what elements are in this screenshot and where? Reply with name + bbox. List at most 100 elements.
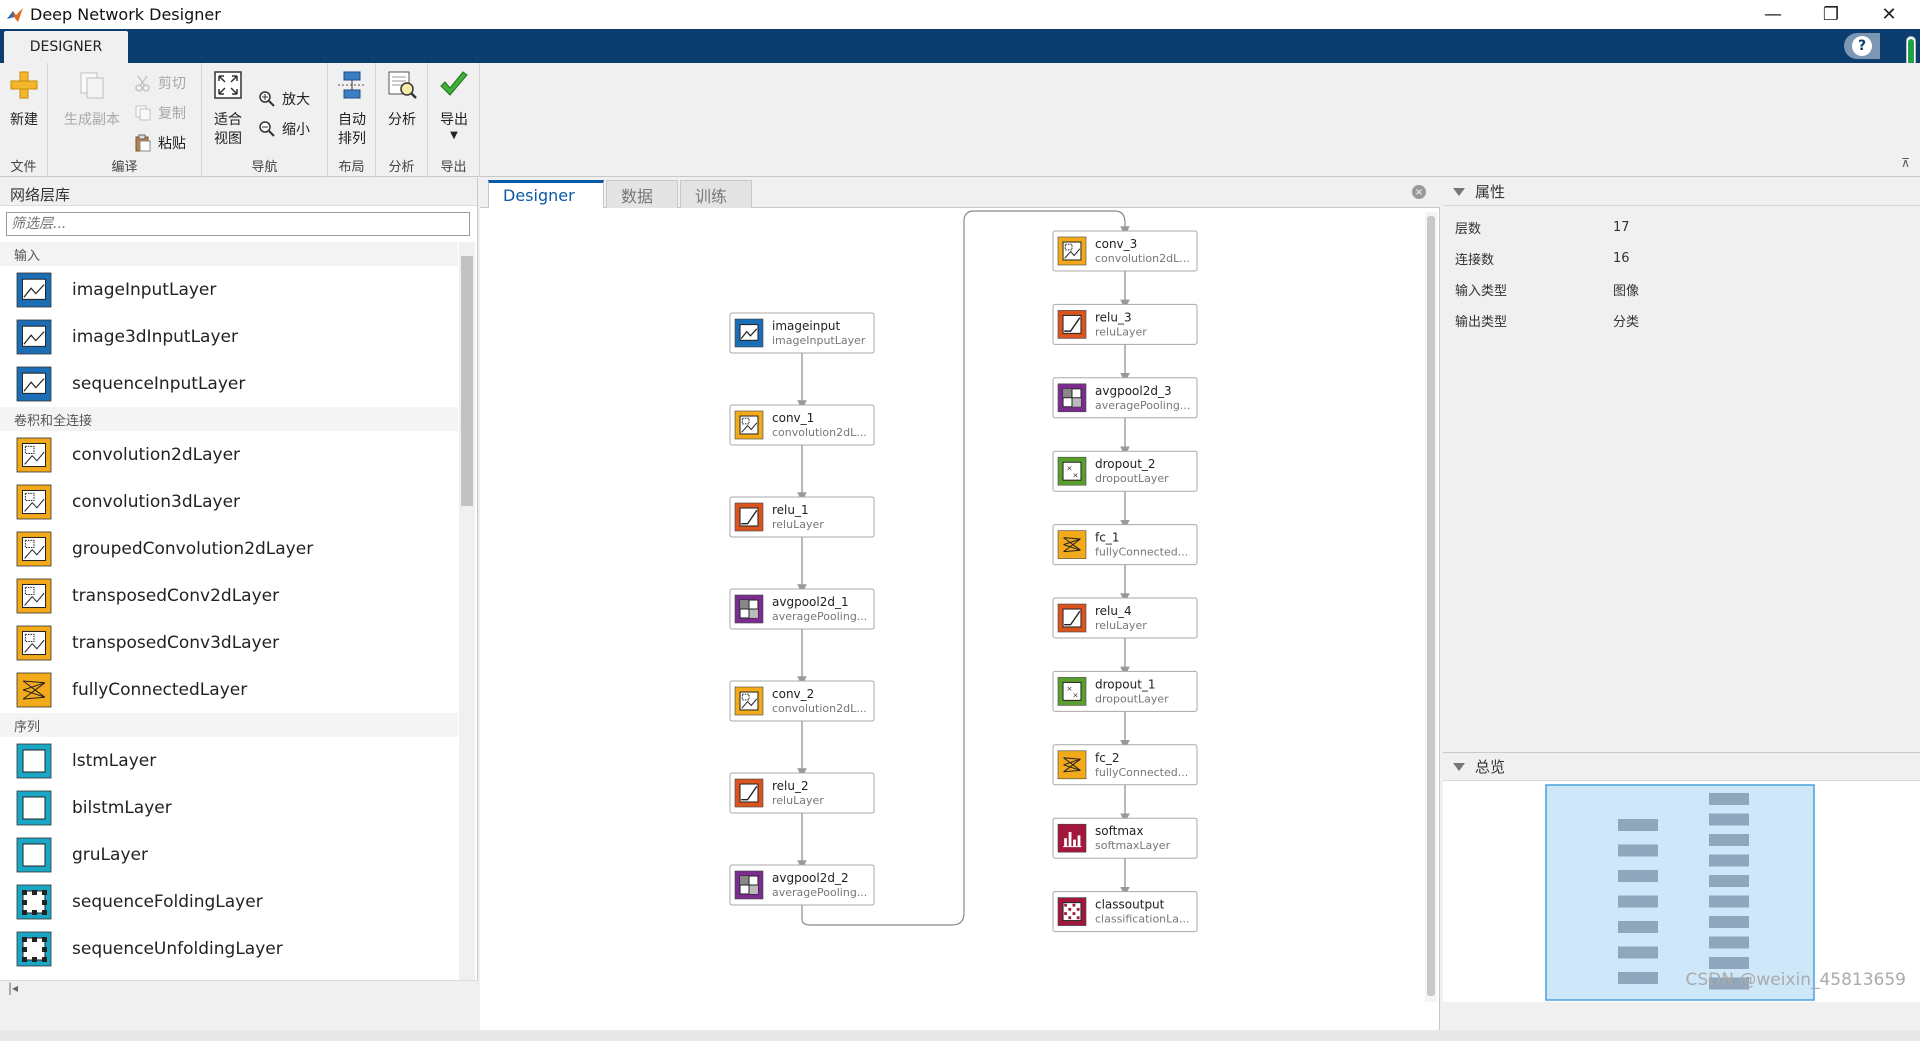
library-layer-item[interactable]: imageInputLayer [0,266,458,313]
conv-icon [734,410,764,440]
library-layer-item[interactable]: groupedConvolution2dLayer [0,525,458,572]
duplicate-button[interactable]: 生成副本 [60,69,124,130]
new-button[interactable]: 新建 [6,69,42,130]
overview-node [1618,870,1658,882]
auto-arrange-button[interactable]: 自动 排列 [334,69,370,149]
property-value: 16 [1613,251,1630,266]
section-navigate: 适合 视图 放大 缩小 导航 [202,63,328,177]
zoom-in-button[interactable]: 放大 [258,89,310,109]
layer-type-icon [16,319,52,354]
collapse-ribbon-icon[interactable]: ⊼ [1901,156,1910,170]
library-layer-label: groupedConvolution2dLayer [72,538,314,559]
tab-data[interactable]: 数据 [606,180,678,208]
graph-node-classoutput[interactable]: classoutputclassificationLa... [1052,891,1198,933]
graph-node-relu_3[interactable]: relu_3reluLayer [1052,303,1198,345]
graph-node-imageinput[interactable]: imageinputimageInputLayer [729,312,875,354]
copy-label: 复制 [158,106,186,122]
graph-node-fc_2[interactable]: fc_2fullyConnected... [1052,744,1198,786]
library-layer-item[interactable]: transposedConv3dLayer [0,619,458,666]
network-graph[interactable]: imageinputimageInputLayer conv_1convoluti… [480,209,1424,1009]
analyze-button[interactable]: 分析 [382,69,422,130]
library-layer-item[interactable]: sequenceUnfoldingLayer [0,925,458,972]
export-button[interactable]: 导出 ▼ [434,69,474,142]
canvas-scrollbar[interactable] [1425,212,1437,1002]
copy-button[interactable]: 复制 [134,103,186,123]
graph-node-relu_1[interactable]: relu_1reluLayer [729,496,875,538]
section-export-label: 导出 [440,160,467,175]
property-row: 连接数 16 [1443,243,1920,274]
tab-designer[interactable]: DESIGNER [4,31,128,63]
fit-view-button[interactable]: 适合 视图 [208,69,248,149]
node-type: softmaxLayer [1095,839,1171,852]
analyze-label: 分析 [388,112,416,128]
library-layer-item[interactable]: image3dInputLayer [0,313,458,360]
graph-node-relu_4[interactable]: relu_4reluLayer [1052,597,1198,639]
library-layer-item[interactable]: gruLayer [0,831,458,878]
close-icon: ✕ [1881,4,1897,25]
conv-icon [1057,236,1087,266]
graph-node-avgpool2d_1[interactable]: avgpool2d_1averagePooling... [729,588,875,630]
graph-node-dropout_1[interactable]: ×× dropout_1dropoutLayer [1052,670,1198,712]
graph-node-avgpool2d_3[interactable]: avgpool2d_3averagePooling... [1052,377,1198,419]
zoom-out-icon [259,121,275,137]
library-layer-item[interactable]: convolution2dLayer [0,431,458,478]
graph-node-dropout_2[interactable]: ×× dropout_2dropoutLayer [1052,450,1198,492]
zoom-in-label: 放大 [282,92,310,108]
graph-node-conv_3[interactable]: conv_3convolution2dL... [1052,230,1198,272]
overview-node [1709,854,1749,867]
library-layer-item[interactable]: sequenceFoldingLayer [0,878,458,925]
graph-node-softmax[interactable]: softmaxsoftmaxLayer [1052,817,1198,859]
section-layout: 自动 排列 布局 [328,63,376,177]
library-scrollbar[interactable] [459,242,475,982]
export-dropdown-icon[interactable]: ▼ [434,130,474,142]
overview-node [1618,895,1658,908]
help-button[interactable]: ? [1844,33,1880,59]
graph-node-relu_2[interactable]: relu_2reluLayer [729,772,875,814]
tab-designer-canvas[interactable]: Designer [488,180,604,208]
library-hscroll[interactable]: |◂ [0,980,478,1000]
toolstrip: 新建 文件 生成副本 剪切 复制 粘贴 编译 适合 视图 放大 缩小 导航 自动… [0,63,1920,177]
auto-arrange-icon [338,71,366,99]
tab-training[interactable]: 训练 [680,180,752,208]
copy-icon [135,105,151,121]
paste-button[interactable]: 粘贴 [134,133,186,153]
cut-button[interactable]: 剪切 [134,73,186,93]
property-value: 17 [1613,220,1630,235]
library-title: 网络层库 [0,178,477,206]
library-layer-label: image3dInputLayer [72,326,238,347]
analyze-icon [388,71,417,99]
library-layer-item[interactable]: fullyConnectedLayer [0,666,458,713]
overview-header[interactable]: 总览 [1443,753,1920,781]
property-key: 连接数 [1455,253,1495,268]
filter-layers-input[interactable] [6,212,470,236]
close-button[interactable]: ✕ [1860,0,1918,29]
collapse-triangle-icon[interactable] [1453,762,1465,771]
property-row: 层数 17 [1443,212,1920,243]
graph-node-conv_2[interactable]: conv_2convolution2dL... [729,680,875,722]
node-name: fc_1 [1095,531,1119,545]
library-category: 卷积和全连接 [0,407,458,431]
library-layer-label: convolution3dLayer [72,491,241,512]
node-name: avgpool2d_2 [772,871,849,885]
overview-node [1709,813,1749,826]
overview-node [1618,819,1658,831]
properties-header[interactable]: 属性 [1443,178,1920,206]
restore-button[interactable]: ❐ [1802,0,1860,29]
close-tab-icon[interactable]: × [1412,185,1426,199]
collapse-triangle-icon[interactable] [1453,187,1465,196]
library-layer-item[interactable]: convolution3dLayer [0,478,458,525]
overview-viewport[interactable] [1545,784,1815,1001]
zoom-out-button[interactable]: 缩小 [258,119,310,139]
layer-type-icon [16,790,52,825]
library-layer-item[interactable]: lstmLayer [0,737,458,784]
properties-list: 层数 17 连接数 16 输入类型 图像 输出类型 分类 [1443,206,1920,336]
graph-node-fc_1[interactable]: fc_1fullyConnected... [1052,524,1198,566]
minimize-button[interactable]: — [1744,0,1802,29]
layer-library-panel: 网络层库 输入 imageInputLayer image3dInputLayer s… [0,178,478,1000]
graph-node-conv_1[interactable]: conv_1convolution2dL... [729,404,875,446]
library-layer-item[interactable]: bilstmLayer [0,784,458,831]
pool-icon [734,594,764,624]
graph-node-avgpool2d_2[interactable]: avgpool2d_2averagePooling... [729,864,875,906]
library-layer-item[interactable]: transposedConv2dLayer [0,572,458,619]
library-layer-item[interactable]: sequenceInputLayer [0,360,458,407]
